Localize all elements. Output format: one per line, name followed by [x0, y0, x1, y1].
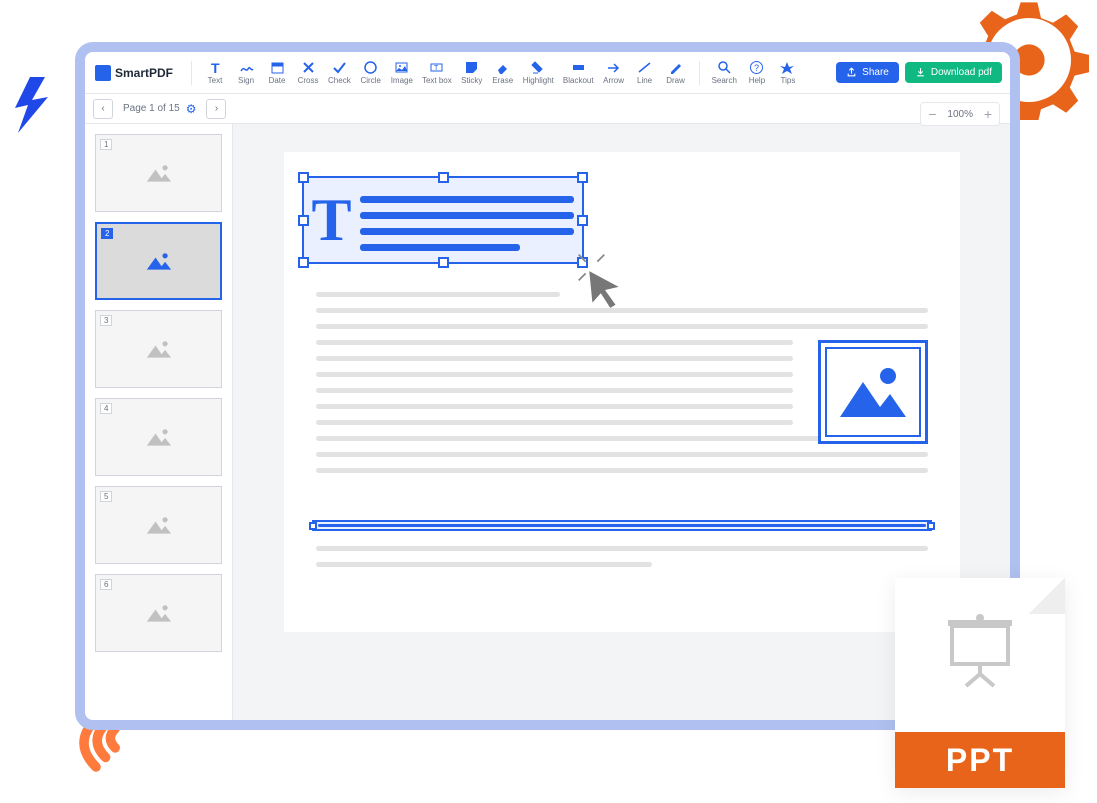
resize-handle[interactable]	[577, 172, 588, 183]
tool-draw[interactable]: Draw	[661, 58, 691, 87]
textbox-icon: T	[429, 60, 444, 75]
arrow-icon	[606, 60, 621, 75]
text-T-icon: T	[312, 190, 352, 250]
page-info: Page 1 of 15 ⚙	[123, 102, 196, 116]
page-nav-bar: ‹ Page 1 of 15 ⚙ ›	[85, 94, 1010, 124]
erase-icon	[495, 60, 510, 75]
tool-date[interactable]: Date	[262, 58, 292, 87]
share-button[interactable]: Share	[836, 62, 899, 83]
image-icon	[146, 250, 172, 272]
resize-handle[interactable]	[298, 215, 309, 226]
tool-sign[interactable]: Sign	[231, 58, 261, 87]
file-type-label: PPT	[946, 742, 1014, 779]
image-icon	[838, 362, 908, 422]
draw-icon	[668, 60, 683, 75]
sign-icon	[239, 60, 254, 75]
check-icon	[332, 60, 347, 75]
image-icon	[146, 602, 172, 624]
document-page: T	[284, 152, 960, 632]
tool-tips[interactable]: Tips	[773, 58, 803, 87]
tool-help[interactable]: ?Help	[742, 58, 772, 87]
next-page-button[interactable]: ›	[206, 99, 226, 119]
page-settings-icon[interactable]: ⚙	[186, 102, 197, 116]
download-button[interactable]: Download pdf	[905, 62, 1002, 83]
image-icon	[146, 162, 172, 184]
svg-text:T: T	[211, 60, 220, 75]
cursor-icon	[584, 268, 626, 310]
lightning-decoration	[10, 75, 60, 135]
canvas-area[interactable]: T	[233, 124, 1010, 720]
thumbnail-sidebar: 1 2 3 4 5 6	[85, 124, 233, 720]
highlight-icon	[531, 60, 546, 75]
tool-search[interactable]: Search	[708, 58, 741, 87]
selected-text-block[interactable]: T	[302, 176, 584, 264]
blackout-icon	[571, 60, 586, 75]
brand-text: SmartPDF	[115, 66, 173, 80]
thumbnail-3[interactable]: 3	[95, 310, 222, 388]
zoom-control: − 100% +	[920, 102, 1000, 126]
download-icon	[915, 67, 926, 78]
brand: SmartPDF	[93, 65, 183, 81]
cross-icon	[301, 60, 316, 75]
tool-circle[interactable]: Circle	[356, 58, 386, 87]
image-icon	[146, 426, 172, 448]
tool-sticky[interactable]: Sticky	[457, 58, 487, 87]
brand-icon	[95, 65, 111, 81]
zoom-value: 100%	[943, 109, 977, 120]
image-icon	[146, 338, 172, 360]
resize-handle[interactable]	[438, 257, 449, 268]
presentation-icon	[940, 608, 1020, 688]
tool-check[interactable]: Check	[324, 58, 355, 87]
thumbnail-5[interactable]: 5	[95, 486, 222, 564]
tool-line[interactable]: Line	[630, 58, 660, 87]
selected-line[interactable]	[312, 520, 932, 531]
tool-text[interactable]: TText	[200, 58, 230, 87]
resize-handle[interactable]	[309, 522, 317, 530]
app-window: SmartPDF TTextSignDateCrossCheckCircleIm…	[75, 42, 1020, 730]
sticky-icon	[464, 60, 479, 75]
tool-cross[interactable]: Cross	[293, 58, 323, 87]
svg-text:?: ?	[754, 63, 759, 73]
T-icon: T	[208, 60, 223, 75]
resize-handle[interactable]	[298, 172, 309, 183]
zoom-out-button[interactable]: −	[921, 103, 943, 125]
body-text-placeholder	[316, 546, 928, 567]
resize-handle[interactable]	[438, 172, 449, 183]
search-icon	[717, 60, 732, 75]
resize-handle[interactable]	[577, 215, 588, 226]
tool-blackout[interactable]: Blackout	[559, 58, 598, 87]
tool-text-box[interactable]: TText box	[418, 58, 456, 87]
toolbar: SmartPDF TTextSignDateCrossCheckCircleIm…	[85, 52, 1010, 94]
thumbnail-4[interactable]: 4	[95, 398, 222, 476]
prev-page-button[interactable]: ‹	[93, 99, 113, 119]
image-icon	[146, 514, 172, 536]
image-placeholder[interactable]	[818, 340, 928, 444]
resize-handle[interactable]	[927, 522, 935, 530]
svg-text:T: T	[434, 65, 439, 72]
zoom-in-button[interactable]: +	[977, 103, 999, 125]
share-icon	[846, 67, 857, 78]
tool-erase[interactable]: Erase	[488, 58, 518, 87]
tool-arrow[interactable]: Arrow	[599, 58, 629, 87]
thumbnail-1[interactable]: 1	[95, 134, 222, 212]
help-icon: ?	[749, 60, 764, 75]
circle-icon	[363, 60, 378, 75]
tips-icon	[780, 60, 795, 75]
date-icon	[270, 60, 285, 75]
content-area: 1 2 3 4 5 6 T	[85, 124, 1010, 720]
thumbnail-2[interactable]: 2	[95, 222, 222, 300]
line-icon	[637, 60, 652, 75]
image-icon	[394, 60, 409, 75]
resize-handle[interactable]	[298, 257, 309, 268]
tool-image[interactable]: Image	[387, 58, 417, 87]
thumbnail-6[interactable]: 6	[95, 574, 222, 652]
tool-highlight[interactable]: Highlight	[519, 58, 558, 87]
ppt-file-icon: PPT	[895, 578, 1065, 788]
